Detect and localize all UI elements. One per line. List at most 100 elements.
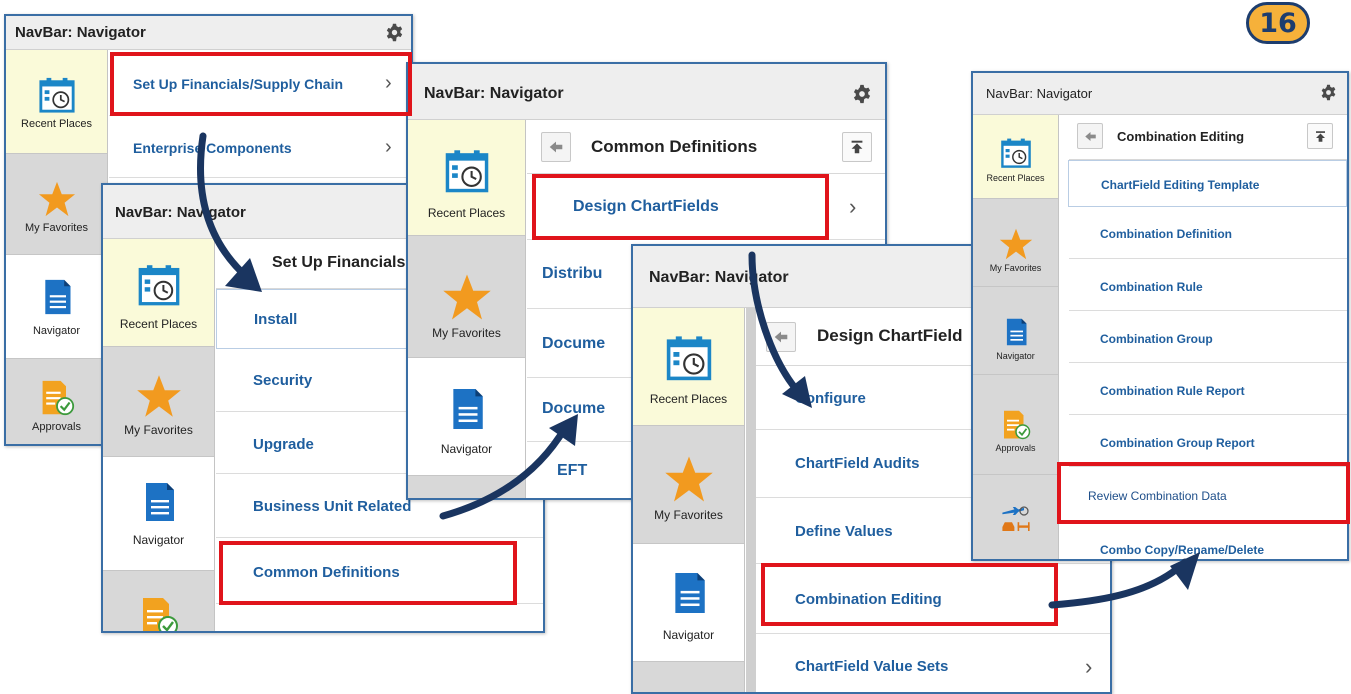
approvals-icon	[39, 379, 75, 417]
menu-item-combo-copy-rename-delete[interactable]: Combo Copy/Rename/Delete	[1069, 521, 1347, 559]
star-icon	[442, 272, 492, 322]
sidebar-tile-my-favorites[interactable]: My Favorites	[6, 154, 107, 255]
sidebar-tile-recent-places[interactable]: Recent Places	[6, 50, 107, 154]
navbar-sidebar: Recent Places My Favorites Navigator App…	[6, 50, 108, 444]
back-arrow-icon	[772, 328, 790, 346]
panel-title: NavBar: Navigator	[424, 85, 564, 102]
navigator-document-icon	[446, 384, 488, 434]
folder-title: Common Definitions	[591, 137, 758, 156]
gear-icon[interactable]	[385, 23, 404, 42]
menu-item-set-up-financials[interactable]: Set Up Financials/Supply Chain ›	[109, 54, 411, 116]
step-number-badge: 16	[1246, 2, 1310, 44]
sidebar-tile-recent-places[interactable]: Recent Places	[633, 308, 744, 426]
back-arrow-icon	[1083, 129, 1098, 144]
tile-label: My Favorites	[25, 222, 88, 234]
navbar-sidebar: Recent Places My Favorites Navigator	[633, 308, 745, 692]
sidebar-tile-navigator[interactable]: Navigator	[408, 358, 525, 476]
panel-title: NavBar: Navigator	[15, 24, 146, 41]
sidebar-tile-approvals[interactable]: Approvals	[6, 359, 107, 444]
tile-label: My Favorites	[989, 263, 1042, 273]
star-icon	[664, 454, 714, 504]
top-of-menu-button[interactable]	[842, 132, 872, 162]
scrollbar[interactable]	[746, 308, 756, 692]
sidebar-tile-recent-places[interactable]: Recent Places	[103, 239, 214, 347]
back-arrow-icon	[547, 138, 565, 156]
tile-label: Recent Places	[427, 206, 506, 220]
navigator-document-icon	[668, 568, 710, 618]
recent-places-icon	[1000, 137, 1032, 169]
tile-label: My Favorites	[124, 423, 193, 437]
menu-item-combination-group-report[interactable]: Combination Group Report	[1069, 415, 1347, 467]
star-icon	[136, 373, 182, 419]
menu-item-combination-group[interactable]: Combination Group	[1069, 311, 1347, 363]
navigator-document-icon	[1002, 315, 1030, 349]
menu-item-combination-rule[interactable]: Combination Rule	[1069, 259, 1347, 311]
tile-label: Navigator	[32, 325, 81, 337]
sidebar-tile-approvals[interactable]: Approvals	[973, 375, 1058, 475]
panel-header: NavBar: Navigator	[408, 64, 885, 120]
sidebar-tile-recent-places[interactable]: Recent Places	[973, 115, 1058, 199]
sidebar-tile-travel[interactable]	[973, 475, 1058, 561]
top-of-menu-button[interactable]	[1307, 123, 1333, 149]
sidebar-tile-navigator[interactable]: Navigator	[633, 544, 744, 662]
sidebar-tile-my-favorites[interactable]: My Favorites	[973, 199, 1058, 287]
back-button[interactable]	[766, 322, 796, 352]
top-arrow-icon	[848, 138, 866, 156]
sidebar-tile-approvals[interactable]	[103, 571, 214, 633]
gear-icon[interactable]	[852, 84, 872, 104]
tile-label: Recent Places	[21, 118, 92, 130]
navbar-sidebar: Recent Places My Favorites Navigator App…	[973, 115, 1059, 561]
menu-item-chartfield-editing-template[interactable]: ChartField Editing Template	[1068, 160, 1347, 207]
recent-places-icon	[665, 334, 713, 382]
star-icon	[999, 227, 1033, 261]
tile-label: Navigator	[662, 628, 715, 642]
approvals-icon	[139, 595, 179, 633]
menu-item-chartfield-value-sets[interactable]: ChartField Value Sets ›	[756, 634, 1110, 692]
tile-label: Recent Places	[649, 392, 728, 406]
menu-item-combination-definition[interactable]: Combination Definition	[1069, 207, 1347, 259]
sidebar-tile-recent-places[interactable]: Recent Places	[408, 120, 525, 236]
tile-label: My Favorites	[432, 326, 501, 340]
tile-label: Navigator	[996, 351, 1035, 361]
sidebar-tile-navigator[interactable]: Navigator	[6, 255, 107, 359]
tile-label: My Favorites	[654, 508, 723, 522]
tile-label: Recent Places	[986, 173, 1045, 183]
tile-label: Approvals	[32, 421, 81, 433]
menu-item-combination-editing[interactable]: Combination Editing	[756, 564, 1110, 634]
menu-item-partial[interactable]	[216, 604, 543, 631]
tile-label: Navigator	[440, 442, 493, 456]
sidebar-tile-my-favorites[interactable]: My Favorites	[103, 347, 214, 457]
navbar-sidebar: Recent Places My Favorites Navigator	[103, 239, 215, 633]
sidebar-tile-my-favorites[interactable]: My Favorites	[633, 426, 744, 544]
menu-item-combination-rule-report[interactable]: Combination Rule Report	[1069, 363, 1347, 415]
navbar-sidebar: Recent Places My Favorites Navigator	[408, 120, 526, 498]
menu-item-review-combination-data[interactable]: Review Combination Data	[1069, 467, 1347, 521]
folder-title: Set Up Financials	[272, 254, 406, 271]
sidebar-tile-my-favorites[interactable]: My Favorites	[408, 236, 525, 358]
panel-title: NavBar: Navigator	[649, 269, 789, 286]
menu-item-enterprise-components[interactable]: Enterprise Components ›	[109, 116, 411, 178]
navigator-document-icon	[139, 479, 179, 525]
folder-subheader: Common Definitions	[527, 120, 885, 174]
tile-label: Navigator	[132, 533, 185, 547]
sidebar-tile-navigator[interactable]: Navigator	[103, 457, 214, 571]
recent-places-icon	[444, 148, 490, 194]
back-button[interactable]	[541, 132, 571, 162]
navigator-document-icon	[39, 277, 75, 317]
folder-subheader: Combination Editing	[1069, 115, 1347, 160]
sidebar-tile-navigator[interactable]: Navigator	[973, 287, 1058, 375]
panel-header: NavBar: Navigator	[6, 16, 411, 50]
menu-item-design-chartfields[interactable]: Design ChartFields ›	[527, 174, 885, 240]
approvals-icon	[1001, 409, 1031, 441]
chevron-right-icon: ›	[1085, 654, 1093, 679]
chevron-right-icon: ›	[849, 194, 857, 219]
folder-title: Design ChartField	[817, 326, 963, 345]
back-button[interactable]	[1077, 123, 1103, 149]
recent-places-icon	[38, 76, 76, 114]
star-icon	[38, 180, 76, 218]
gear-icon[interactable]	[1320, 84, 1337, 101]
menu-item-common-definitions[interactable]: Common Definitions ›	[216, 538, 543, 604]
recent-places-icon	[137, 263, 181, 307]
travel-and-expenses-icon	[1000, 503, 1032, 535]
top-arrow-icon	[1313, 129, 1328, 144]
